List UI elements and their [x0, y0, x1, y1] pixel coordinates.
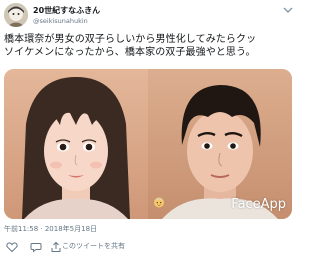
tweet-text-line: 橋本環奈が男女の双子らしいから男性化してみたらクッ	[4, 34, 257, 45]
tweet-timestamp[interactable]: 午前11:58 · 2018年5月18日	[4, 224, 97, 234]
share-tweet-label[interactable]: このツイートを共有	[62, 241, 125, 251]
tweet-text-line: ソイケメンになったから、橋本家の双子最強やと思う。	[4, 47, 256, 58]
heart-icon[interactable]	[6, 241, 18, 253]
man-emoji-icon	[153, 196, 165, 208]
tweet-header: 20世紀すなふきん @seikisunahukin	[0, 0, 300, 30]
chevron-down-icon[interactable]	[282, 5, 294, 15]
tweet-media[interactable]: FaceApp	[4, 69, 292, 219]
display-name[interactable]: 20世紀すなふきん	[33, 5, 100, 16]
tweet-text: 橋本環奈が男女の双子らしいから男性化してみたらクッ ソイケメンになったから、橋本…	[4, 33, 298, 59]
share-icon[interactable]	[50, 241, 62, 253]
faceapp-watermark: FaceApp	[231, 197, 286, 212]
comment-icon[interactable]	[30, 241, 42, 253]
tweet-actions: このツイートを共有	[4, 240, 294, 254]
photo-left[interactable]	[4, 69, 148, 219]
user-handle[interactable]: @seikisunahukin	[33, 17, 88, 25]
avatar[interactable]	[4, 3, 28, 27]
